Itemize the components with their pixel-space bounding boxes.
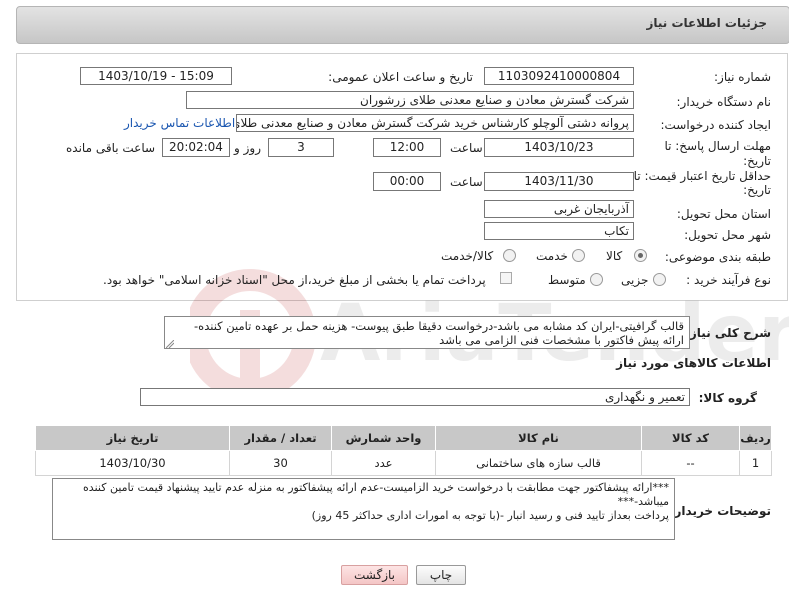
col-header-name: نام کالا	[435, 425, 642, 451]
validity-date-field: 1403/11/30	[484, 172, 634, 191]
buyer-org-label: نام دستگاه خریدار:	[676, 95, 772, 109]
page-title: جزئیات اطلاعات نیاز	[646, 16, 767, 30]
days-label: روز و	[234, 141, 261, 155]
validity-date-label: تاریخ:	[743, 183, 771, 197]
col-header-quantity: تعداد / مقدار	[229, 425, 332, 451]
items-table: ردیف کد کالا نام کالا واحد شمارش تعداد /…	[35, 425, 772, 476]
treasury-checkbox[interactable]	[500, 272, 512, 284]
col-header-code: کد کالا	[641, 425, 740, 451]
city-field: تکاب	[484, 222, 634, 240]
deadline-label: مهلت ارسال پاسخ: تا	[664, 139, 771, 153]
table-row: 1 -- قالب سازه های ساختمانی عدد 30 1403/…	[35, 450, 772, 476]
description-textarea[interactable]: قالب گرافیتی-ایران کد مشابه می باشد-درخو…	[164, 316, 690, 349]
col-header-row-number: ردیف	[739, 425, 772, 451]
cell-quantity: 30	[229, 450, 332, 476]
category-option-service: خدمت	[536, 249, 568, 263]
purchase-option-medium: متوسط	[548, 273, 586, 287]
col-header-unit: واحد شمارش	[331, 425, 436, 451]
purchase-option-minor: جزیی	[621, 273, 649, 287]
buyer-org-field: شرکت گسترش معادن و صنایع معدنی طلای زرشو…	[186, 91, 634, 109]
city-label: شهر محل تحویل:	[684, 228, 771, 242]
deadline-date-label: تاریخ:	[743, 154, 771, 168]
category-option-goods: کالا	[606, 249, 623, 263]
buyer-notes-line-1: ***ارائه پیشفاکتور جهت مطابقت با درخواست…	[83, 481, 669, 508]
goods-section-title: اطلاعات کالاهای مورد نیاز	[616, 356, 771, 370]
days-remaining-field: 3	[268, 138, 334, 157]
col-header-date: تاریخ نیاز	[35, 425, 230, 451]
deadline-time-field: 12:00	[373, 138, 441, 157]
buyer-notes-label: توضیحات خریدار:	[669, 504, 771, 518]
province-label: استان محل تحویل:	[676, 207, 771, 221]
requester-label: ایجاد کننده درخواست:	[660, 118, 771, 132]
category-option-goods-service: کالا/خدمت	[441, 249, 494, 263]
buyer-notes-box: ***ارائه پیشفاکتور جهت مطابقت با درخواست…	[52, 478, 675, 540]
province-field: آذربایجان غربی	[484, 200, 634, 218]
purchase-radio-minor[interactable]	[653, 273, 666, 286]
description-label: شرح کلی نیاز:	[685, 326, 771, 340]
resize-handle-icon[interactable]	[166, 340, 174, 348]
table-header-row: ردیف کد کالا نام کالا واحد شمارش تعداد /…	[35, 425, 772, 451]
cell-unit: عدد	[331, 450, 436, 476]
goods-group-label: گروه کالا:	[698, 391, 757, 405]
category-label: طبقه بندی موضوعی:	[664, 250, 771, 264]
cell-name: قالب سازه های ساختمانی	[435, 450, 642, 476]
cell-date: 1403/10/30	[35, 450, 230, 476]
back-button[interactable]: بازگشت	[341, 565, 408, 585]
need-number-label: شماره نیاز:	[714, 70, 771, 84]
purchase-type-label: نوع فرآیند خرید :	[686, 273, 771, 287]
purchase-radio-medium[interactable]	[590, 273, 603, 286]
category-radio-service[interactable]	[572, 249, 585, 262]
cell-code: --	[641, 450, 740, 476]
validity-label: حداقل تاریخ اعتبار قیمت: تا	[633, 169, 771, 183]
announce-label: تاریخ و ساعت اعلان عمومی:	[328, 70, 473, 84]
remaining-label: ساعت باقی مانده	[66, 141, 156, 155]
treasury-note: پرداخت تمام یا بخشی از مبلغ خرید،از محل …	[103, 273, 486, 287]
category-radio-goods-service[interactable]	[503, 249, 516, 262]
print-button[interactable]: چاپ	[416, 565, 466, 585]
cell-row-number: 1	[739, 450, 772, 476]
validity-time-field: 00:00	[373, 172, 441, 191]
category-radio-goods[interactable]	[634, 249, 647, 262]
deadline-time-label: ساعت	[450, 141, 483, 155]
goods-group-field: تعمیر و نگهداری	[140, 388, 690, 406]
need-number-field: 1103092410000804	[484, 67, 634, 85]
buyer-contact-link[interactable]: اطلاعات تماس خریدار	[124, 116, 235, 130]
requester-field: پروانه دشتی آلوچلو کارشناس خرید شرکت گست…	[236, 114, 634, 132]
buyer-notes-line-2: پرداخت بعداز تایید فنی و رسید انبار -(با…	[311, 509, 669, 522]
deadline-date-field: 1403/10/23	[484, 138, 634, 157]
remaining-time-field: 20:02:04	[162, 138, 230, 157]
validity-time-label: ساعت	[450, 175, 483, 189]
announce-datetime-field: 1403/10/19 - 15:09	[80, 67, 232, 85]
